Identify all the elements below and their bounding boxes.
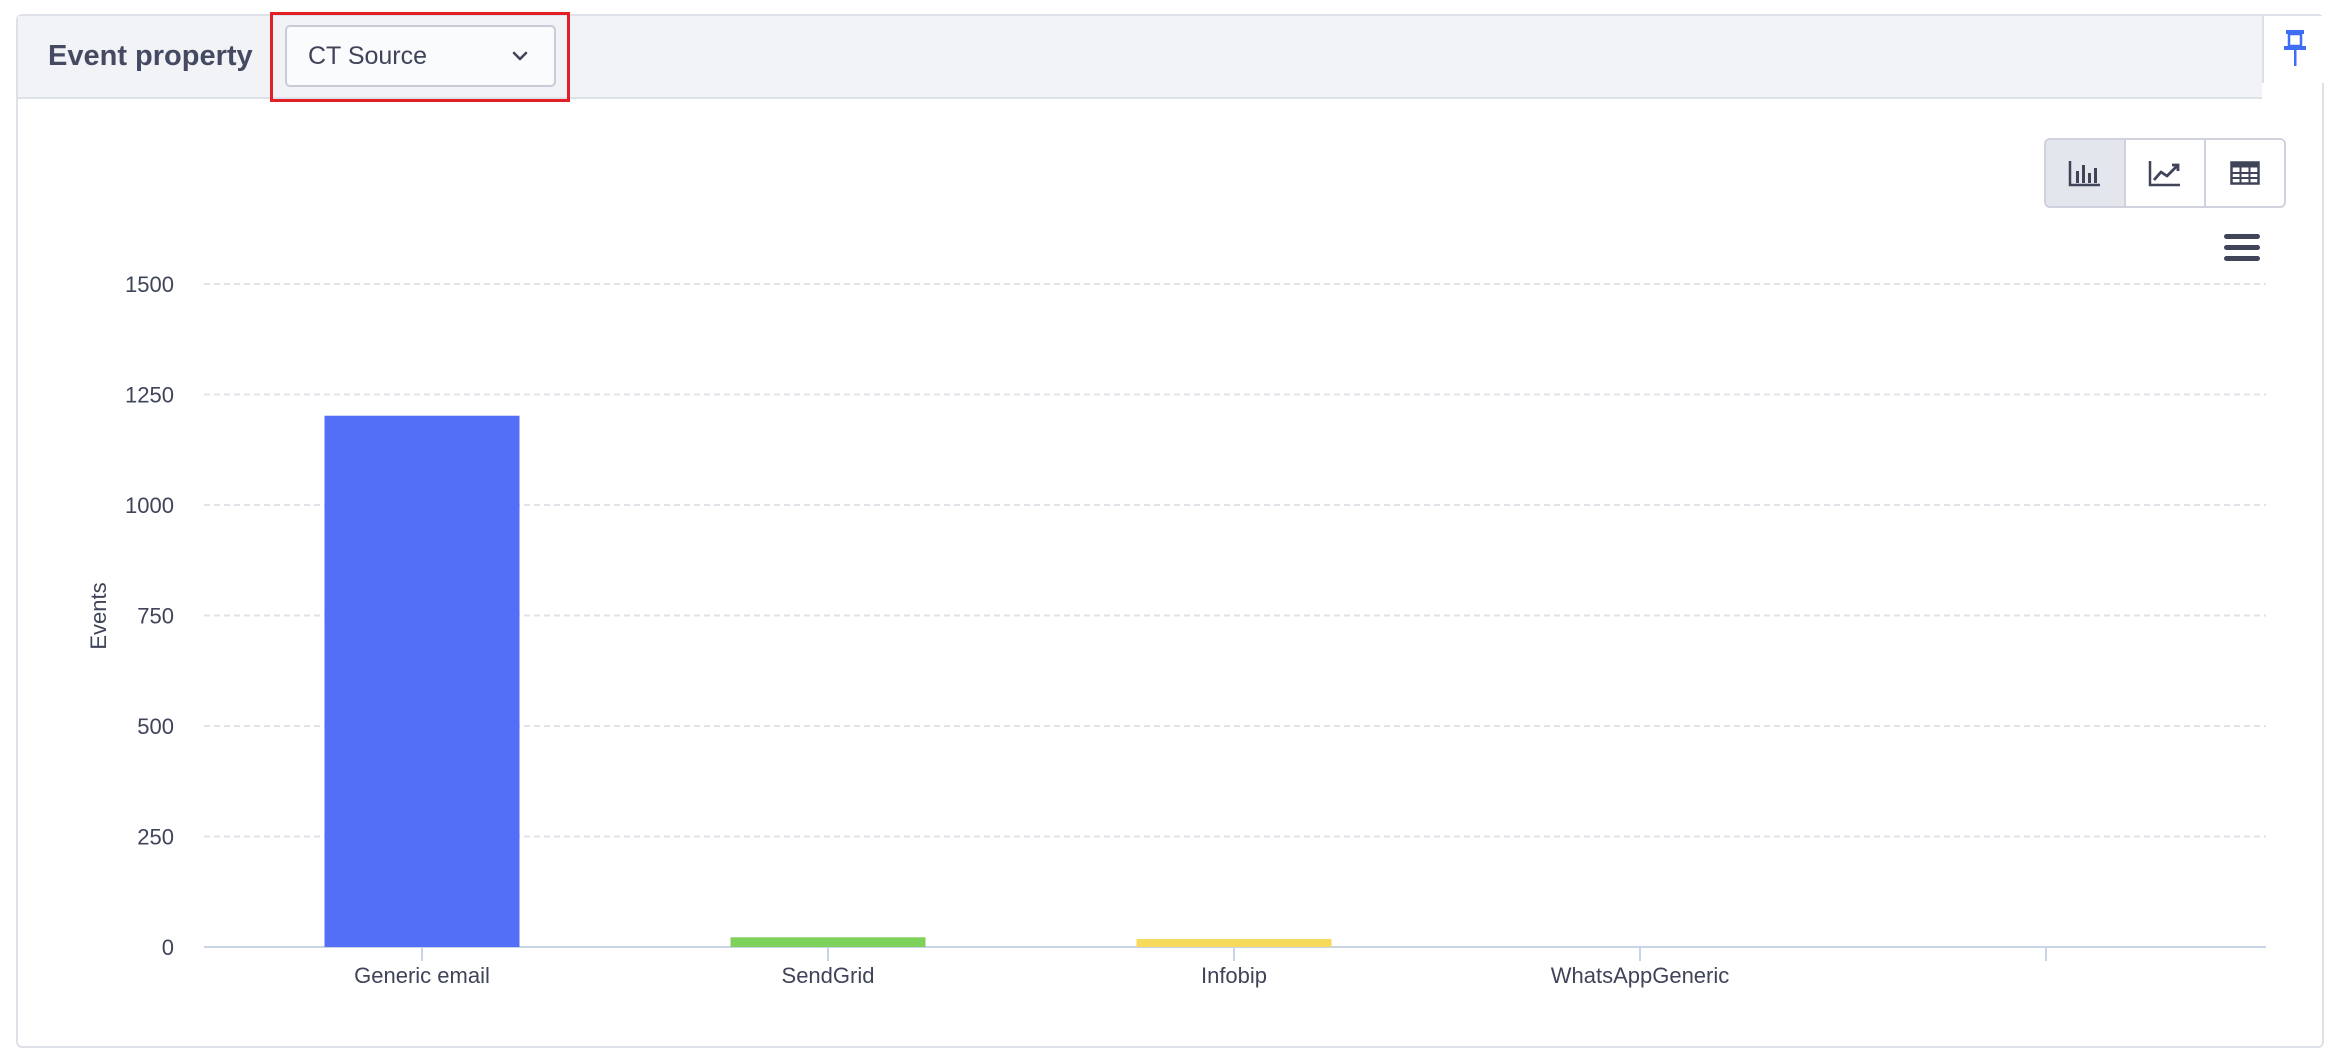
y-axis-title: Events (86, 582, 111, 649)
bar (324, 415, 520, 947)
x-tick-label: SendGrid (782, 963, 875, 988)
bar-chart: 0 250 500 750 1000 1250 1500 Generic email SendG… (86, 272, 2266, 988)
x-tick-label: Infobip (1201, 963, 1267, 988)
y-tick-label: 500 (137, 714, 174, 739)
bar (730, 937, 926, 947)
y-tick-label: 0 (162, 935, 174, 960)
y-tick-label: 250 (137, 825, 174, 850)
y-tick-label: 1500 (125, 272, 174, 297)
bar (1136, 939, 1332, 947)
y-tick-label: 1250 (125, 383, 174, 408)
x-tick-label: Generic email (354, 963, 490, 988)
x-tick-label: WhatsAppGeneric (1551, 963, 1730, 988)
y-tick-label: 1000 (125, 493, 174, 518)
y-tick-label: 750 (137, 604, 174, 629)
